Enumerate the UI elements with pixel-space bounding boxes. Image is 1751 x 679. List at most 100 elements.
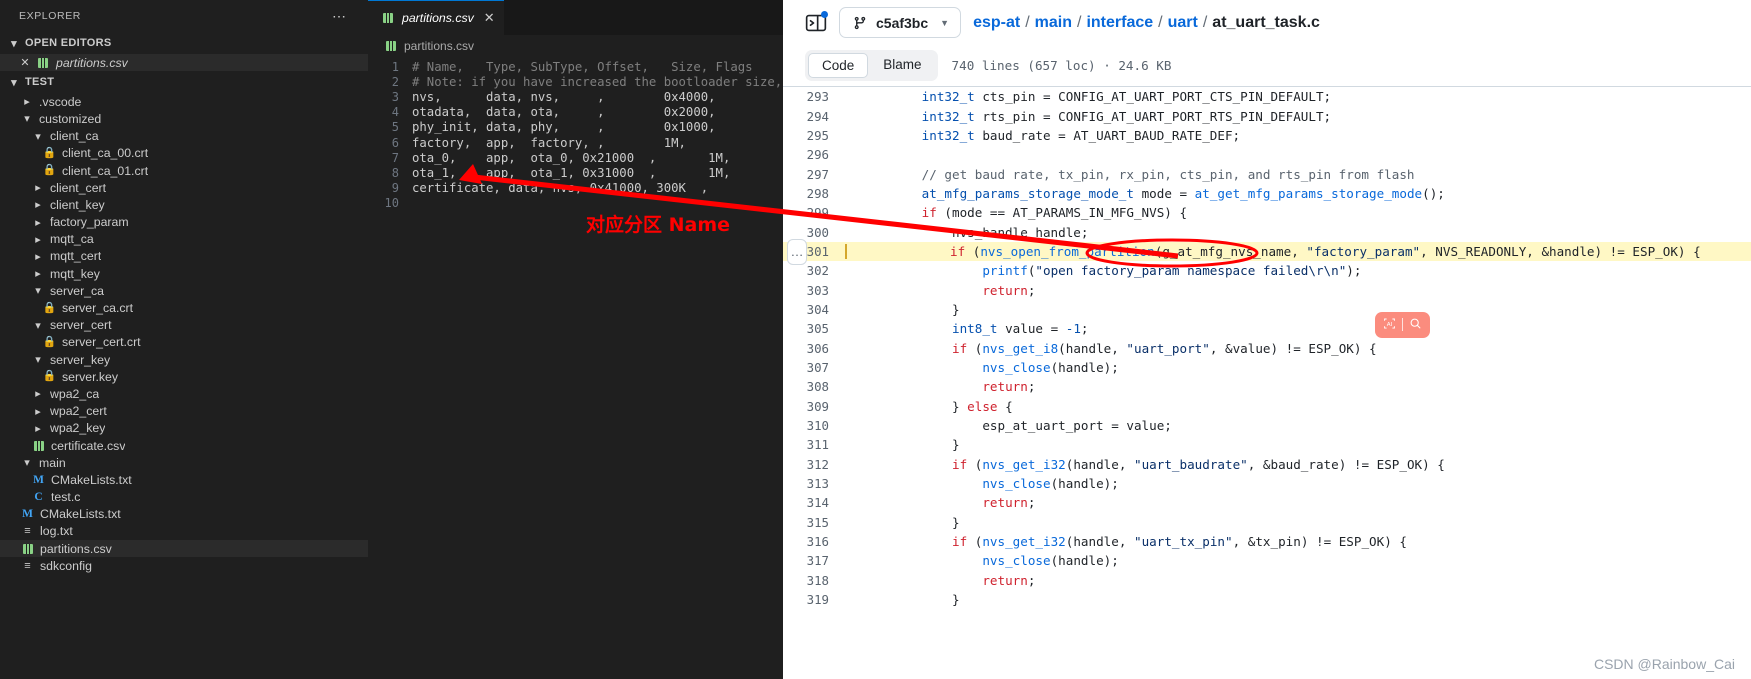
- tree-item-certificate-csv[interactable]: certificate.csv: [0, 437, 368, 454]
- tree-item-client-ca-01-crt[interactable]: 🔒 client_ca_01.crt: [0, 162, 368, 179]
- csv-code-content[interactable]: 1 # Name, Type, SubType, Offset, Size, Fl…: [368, 57, 783, 211]
- line-number[interactable]: 296: [783, 147, 847, 162]
- close-icon[interactable]: ✕: [484, 10, 495, 26]
- line-number[interactable]: 314: [783, 495, 847, 510]
- workspace-label: TEST: [25, 76, 55, 89]
- tree-item-cmakelists-txt[interactable]: M CMakeLists.txt: [0, 471, 368, 488]
- line-number[interactable]: 319: [783, 592, 847, 607]
- line-number[interactable]: 306: [783, 341, 847, 356]
- line-number[interactable]: 294: [783, 109, 847, 124]
- tab-blame[interactable]: Blame: [870, 53, 934, 78]
- tree-item-partitions-csv[interactable]: partitions.csv: [0, 540, 368, 558]
- tree-item-label: client_cert: [50, 180, 107, 195]
- tree-item-client-ca-00-crt[interactable]: 🔒 client_ca_00.crt: [0, 145, 368, 162]
- tree-item-main[interactable]: ▾ main: [0, 454, 368, 471]
- side-panel-icon[interactable]: [805, 10, 828, 34]
- tab-code[interactable]: Code: [808, 53, 869, 78]
- tab-partitions-csv[interactable]: partitions.csv ✕: [368, 0, 504, 35]
- github-code-content[interactable]: 293 int32_t cts_pin = CONFIG_AT_UART_POR…: [783, 86, 1751, 679]
- line-number[interactable]: 295: [783, 128, 847, 143]
- tree-item-server-key[interactable]: ▾ server_key: [0, 351, 368, 368]
- breadcrumb[interactable]: partitions.csv: [368, 35, 783, 57]
- chevron-right-icon: ▸: [35, 182, 41, 195]
- tree-item-log-txt[interactable]: ≡ log.txt: [0, 523, 368, 540]
- ai-search-pill[interactable]: AI: [1375, 311, 1430, 338]
- tree-item-server-ca-crt[interactable]: 🔒 server_ca.crt: [0, 299, 368, 316]
- line-number[interactable]: 309: [783, 399, 847, 414]
- open-editors-section-header[interactable]: ▾ OPEN EDITORS: [0, 32, 368, 54]
- close-icon[interactable]: ✕: [16, 56, 34, 69]
- tree-item-client-cert[interactable]: ▸ client_cert: [0, 179, 368, 196]
- workspace-section-header[interactable]: ▾ TEST: [0, 71, 368, 93]
- csv-line: 8 ota_1, app, ota_1, 0x31000 , 1M,: [368, 165, 783, 180]
- line-code: if (nvs_get_i32(handle, "uart_tx_pin", &…: [847, 534, 1407, 549]
- line-number[interactable]: 299: [783, 205, 847, 220]
- tree-item-mqtt-cert[interactable]: ▸ mqtt_cert: [0, 248, 368, 265]
- chevron-right-icon: ▸: [35, 268, 41, 281]
- search-icon[interactable]: [1409, 317, 1422, 333]
- tree-item-mqtt-key[interactable]: ▸ mqtt_key: [0, 265, 368, 282]
- code-line: 296: [783, 145, 1751, 164]
- code-token: if: [952, 456, 968, 472]
- tree-item-server-cert-crt[interactable]: 🔒 server_cert.crt: [0, 334, 368, 351]
- line-text: otadata, data, ota, , 0x2000,: [412, 105, 716, 120]
- breadcrumb-link-uart[interactable]: uart: [1168, 14, 1198, 32]
- code-token: mode =: [1133, 185, 1195, 201]
- line-number[interactable]: 293: [783, 89, 847, 104]
- tree-item-label: log.txt: [40, 524, 73, 539]
- line-code: nvs_close(handle);: [847, 476, 1119, 491]
- breadcrumb-link-esp-at[interactable]: esp-at: [973, 14, 1020, 32]
- branch-selector-button[interactable]: c5af3bc ▼: [839, 7, 962, 38]
- cert-icon: 🔒: [42, 164, 57, 177]
- line-number[interactable]: 303: [783, 283, 847, 298]
- tree-item-server-key[interactable]: 🔒 server.key: [0, 368, 368, 385]
- tree-item-factory-param[interactable]: ▸ factory_param: [0, 214, 368, 231]
- line-number[interactable]: 297: [783, 167, 847, 182]
- breadcrumb-link-interface[interactable]: interface: [1086, 14, 1153, 32]
- tree-item-wpa2-key[interactable]: ▸ wpa2_key: [0, 420, 368, 437]
- tree-item-label: CMakeLists.txt: [51, 472, 132, 487]
- tree-item-wpa2-ca[interactable]: ▸ wpa2_ca: [0, 385, 368, 402]
- tree-item-cmakelists-txt[interactable]: M CMakeLists.txt: [0, 506, 368, 523]
- line-number[interactable]: 310: [783, 418, 847, 433]
- line-number[interactable]: 302: [783, 263, 847, 278]
- tree-item-mqtt-ca[interactable]: ▸ mqtt_ca: [0, 231, 368, 248]
- tree-item-server-cert[interactable]: ▾ server_cert: [0, 317, 368, 334]
- line-number[interactable]: 300: [783, 225, 847, 240]
- line-number: 1: [391, 59, 399, 74]
- tree-item-customized[interactable]: ▾ customized: [0, 110, 368, 127]
- expand-lines-button[interactable]: …: [787, 238, 807, 265]
- line-number[interactable]: 298: [783, 186, 847, 201]
- tree-item-server-ca[interactable]: ▾ server_ca: [0, 282, 368, 299]
- tree-item--vscode[interactable]: ▸ .vscode: [0, 93, 368, 110]
- line-number[interactable]: 312: [783, 457, 847, 472]
- tree-item-test-c[interactable]: Ctest.c: [0, 489, 368, 506]
- tree-item-sdkconfig[interactable]: ≡ sdkconfig: [0, 557, 368, 574]
- line-number[interactable]: 318: [783, 573, 847, 588]
- cert-icon: 🔒: [42, 146, 57, 159]
- line-number[interactable]: 311: [783, 437, 847, 452]
- line-number[interactable]: 316: [783, 534, 847, 549]
- tree-item-wpa2-cert[interactable]: ▸ wpa2_cert: [0, 403, 368, 420]
- chevron-right-icon: ▸: [24, 96, 30, 109]
- open-editor-item-partitions-csv[interactable]: ✕ partitions.csv: [0, 54, 368, 72]
- tree-item-client-key[interactable]: ▸ client_key: [0, 196, 368, 213]
- line-number[interactable]: 313: [783, 476, 847, 491]
- line-number[interactable]: 305: [783, 321, 847, 336]
- line-text: ota_0, app, ota_0, 0x21000 , 1M,: [412, 150, 731, 165]
- line-number[interactable]: 315: [783, 515, 847, 530]
- code-token: , NVS_READONLY, &handle) != ESP_OK) {: [1420, 243, 1701, 259]
- ai-sparkle-icon[interactable]: AI: [1383, 317, 1396, 333]
- line-number[interactable]: 308: [783, 379, 847, 394]
- code-token: }: [861, 437, 960, 453]
- breadcrumb-link-main[interactable]: main: [1035, 14, 1072, 32]
- line-number[interactable]: 304: [783, 302, 847, 317]
- code-token: (handle);: [1050, 359, 1119, 375]
- line-number[interactable]: 317: [783, 553, 847, 568]
- tree-item-client-ca[interactable]: ▾ client_ca: [0, 128, 368, 145]
- ellipsis-icon[interactable]: ⋯: [332, 8, 360, 25]
- code-blame-toggle[interactable]: Code Blame: [805, 50, 938, 81]
- code-line: 307 nvs_close(handle);: [783, 358, 1751, 377]
- line-number[interactable]: 307: [783, 360, 847, 375]
